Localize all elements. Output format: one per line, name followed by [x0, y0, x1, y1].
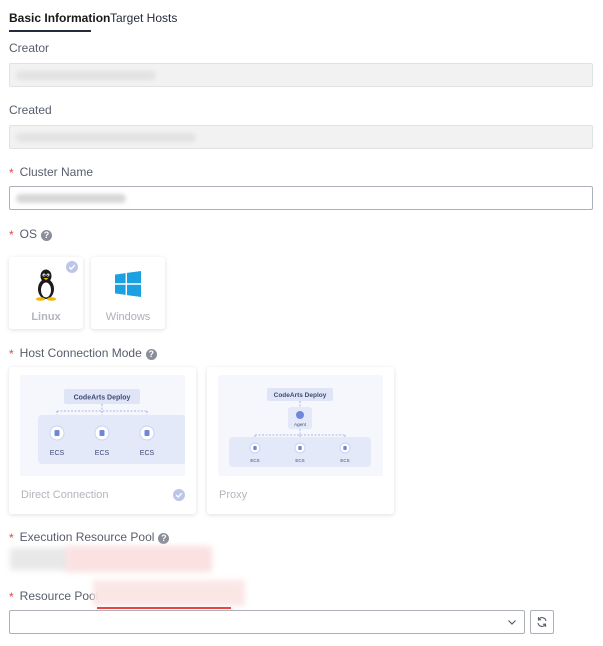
ecs-node-label: ECS	[340, 458, 349, 463]
ecs-node-label: ECS	[140, 450, 155, 457]
cluster-name-label: * Cluster Name	[9, 165, 94, 180]
selected-check-icon	[173, 489, 185, 501]
os-option-label: Windows	[105, 311, 151, 323]
connection-mode-direct[interactable]: CodeArts Deploy ECS ECS ECS Direct Conne…	[9, 367, 196, 514]
diagram-header-label: CodeArts Deploy	[274, 392, 327, 399]
refresh-button[interactable]	[530, 610, 554, 634]
execution-resource-pool-options[interactable]	[6, 546, 216, 574]
tab-basic-information[interactable]: Basic Information	[9, 11, 110, 25]
os-option-linux[interactable]: Linux	[9, 257, 83, 329]
tab-bar: Basic Information Target Hosts	[0, 0, 603, 34]
resource-pool-select[interactable]	[9, 610, 525, 634]
tab-target-hosts[interactable]: Target Hosts	[110, 11, 177, 25]
ecs-node-label: ECS	[250, 458, 259, 463]
created-label: Created	[9, 103, 52, 117]
connection-mode-label: Direct Connection	[21, 489, 109, 501]
execution-resource-pool-label: * Execution Resource Pool?	[9, 530, 170, 545]
help-icon[interactable]: ?	[41, 230, 53, 241]
diagram-header-label: CodeArts Deploy	[74, 395, 131, 402]
resource-pool-label: * Resource Pool	[9, 589, 99, 604]
created-field	[9, 125, 593, 149]
required-mark: *	[9, 166, 14, 180]
direct-connection-diagram: CodeArts Deploy ECS ECS ECS	[20, 375, 186, 476]
chevron-down-icon	[508, 620, 516, 625]
active-tab-indicator	[9, 30, 91, 32]
creator-field	[9, 63, 593, 87]
os-label: * OS?	[9, 227, 53, 242]
connection-mode-label: Proxy	[219, 489, 248, 501]
os-option-windows[interactable]: Windows	[91, 257, 165, 329]
help-icon[interactable]: ?	[158, 533, 170, 544]
agent-node-label: Agent	[294, 422, 307, 427]
proxy-diagram: CodeArts Deploy Agent ECS ECS ECS	[218, 375, 383, 476]
cluster-name-input[interactable]	[9, 186, 593, 210]
ecs-node-label: ECS	[295, 458, 304, 463]
help-icon[interactable]: ?	[145, 349, 157, 360]
linux-tux-icon	[36, 269, 56, 301]
refresh-icon	[537, 617, 547, 627]
resource-pool-hint	[93, 580, 245, 609]
ecs-node-label: ECS	[50, 450, 65, 457]
windows-logo-icon	[115, 271, 141, 297]
connection-mode-proxy[interactable]: CodeArts Deploy Agent ECS ECS ECS Proxy	[207, 367, 394, 514]
os-option-label: Linux	[31, 311, 61, 323]
creator-label: Creator	[9, 41, 50, 55]
ecs-node-label: ECS	[95, 450, 110, 457]
selected-check-icon	[66, 261, 78, 273]
host-connection-mode-label: * Host Connection Mode?	[9, 346, 157, 361]
